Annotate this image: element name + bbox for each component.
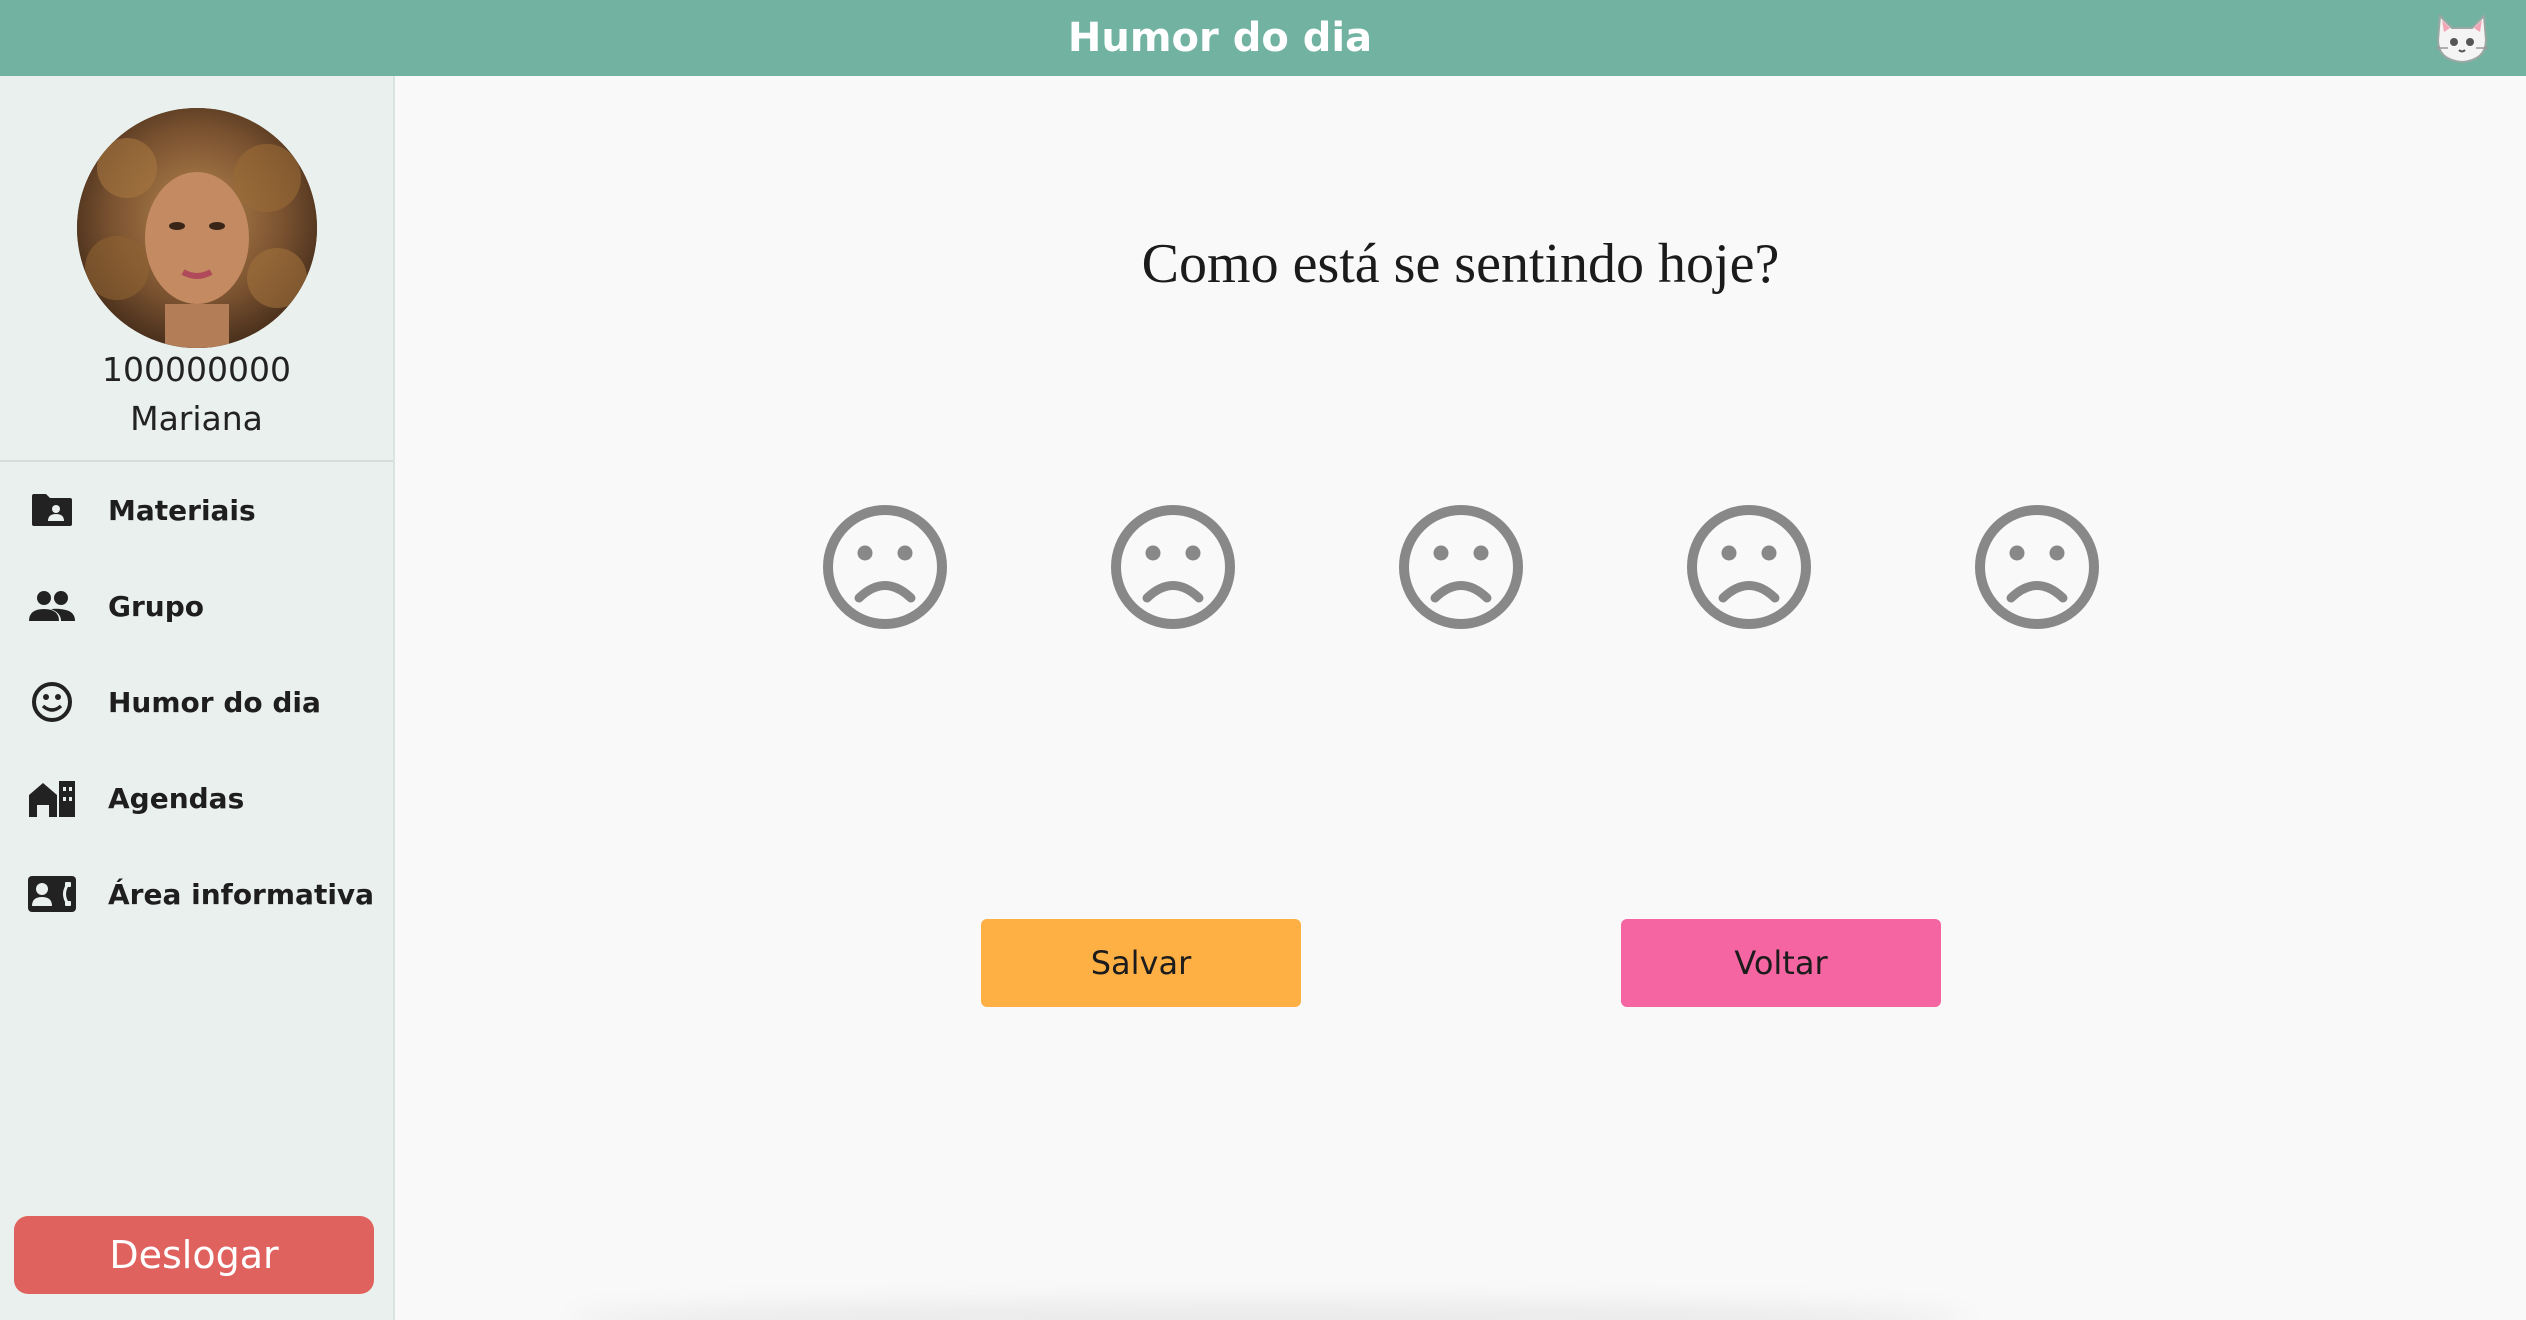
sidebar-item-label: Grupo <box>108 589 205 623</box>
mood-question: Como está se sentindo hoje? <box>1141 233 1780 295</box>
sad-face-icon[interactable] <box>1109 503 1237 631</box>
city-icon <box>28 774 76 822</box>
sad-face-icon[interactable] <box>821 503 949 631</box>
profile-card: 100000000 Mariana <box>0 76 393 462</box>
sidebar-item-agendas[interactable]: Agendas <box>0 750 393 846</box>
sidebar-nav: Materiais Grupo Humor do dia Agendas Áre… <box>0 462 393 942</box>
sidebar-item-area-informativa[interactable]: Área informativa <box>0 846 393 942</box>
sad-face-icon[interactable] <box>1973 503 2101 631</box>
smiley-icon <box>28 678 76 726</box>
save-button[interactable]: Salvar <box>981 919 1301 1007</box>
contact-phone-icon <box>28 870 76 918</box>
sad-face-icon[interactable] <box>1397 503 1525 631</box>
profile-id: 100000000 <box>102 350 291 389</box>
sidebar-item-materiais[interactable]: Materiais <box>0 462 393 558</box>
folder-account-icon <box>28 486 76 534</box>
logout-button[interactable]: Deslogar <box>14 1216 374 1294</box>
profile-name: Mariana <box>130 399 263 438</box>
top-bar: Humor do dia <box>0 0 2526 76</box>
sad-face-icon[interactable] <box>1685 503 1813 631</box>
sidebar-item-label: Agendas <box>108 781 245 815</box>
sidebar: 100000000 Mariana Materiais Grupo Humor … <box>0 76 395 1320</box>
sidebar-item-grupo[interactable]: Grupo <box>0 558 393 654</box>
bottom-shadow <box>570 1300 1970 1320</box>
sidebar-item-label: Humor do dia <box>108 685 321 719</box>
avatar <box>76 108 317 348</box>
sidebar-item-humor-do-dia[interactable]: Humor do dia <box>0 654 393 750</box>
sidebar-item-label: Materiais <box>108 493 256 527</box>
sidebar-item-label: Área informativa <box>108 877 375 911</box>
back-button[interactable]: Voltar <box>1621 919 1941 1007</box>
cat-icon[interactable] <box>2432 10 2492 66</box>
group-icon <box>28 582 76 630</box>
page-title: Humor do dia <box>1067 15 1373 61</box>
